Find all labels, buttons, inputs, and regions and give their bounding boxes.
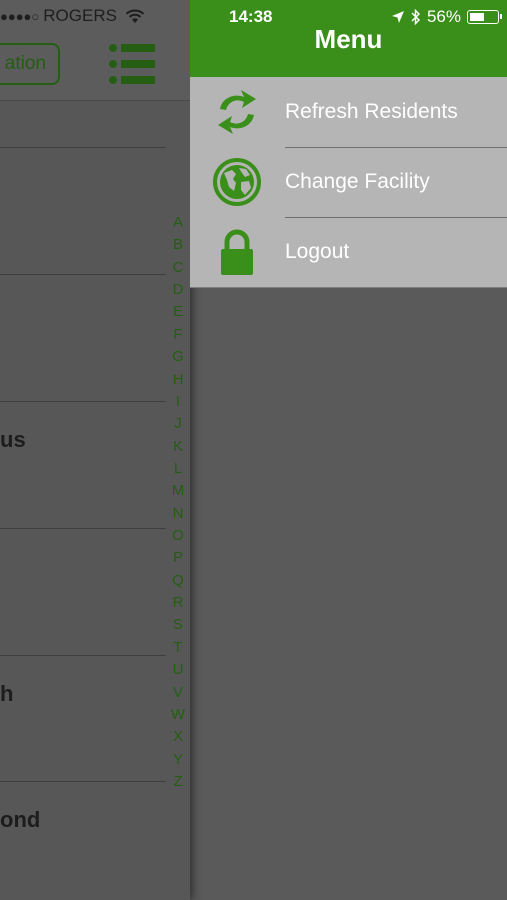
battery-icon [467, 10, 502, 24]
list-item[interactable]: h [0, 681, 13, 707]
signal-strength-icon: ●●●●○ [0, 8, 40, 24]
alphabet-index[interactable]: A B C D E F G H I J K L M N O P Q R S T … [166, 215, 190, 790]
index-letter-b[interactable]: B [173, 237, 183, 253]
list-row-divider [0, 781, 166, 782]
index-letter-v[interactable]: V [173, 684, 183, 701]
index-letter-u[interactable]: U [173, 662, 184, 678]
menu-item-label: Refresh Residents [285, 100, 458, 123]
list-item[interactable]: us [0, 427, 26, 453]
index-letter-x[interactable]: X [173, 729, 183, 745]
location-arrow-icon [391, 11, 404, 23]
index-letter-j[interactable]: J [174, 416, 182, 432]
lock-icon [221, 229, 253, 275]
menu-item-logout[interactable]: Logout [190, 217, 507, 287]
index-letter-a[interactable]: A [173, 215, 183, 231]
list-row-divider [0, 401, 166, 402]
menu-item-refresh-residents[interactable]: Refresh Residents [190, 77, 507, 147]
list-menu-icon[interactable] [107, 42, 157, 86]
index-letter-n[interactable]: N [173, 505, 184, 522]
list-row-divider [0, 655, 166, 656]
index-letter-m[interactable]: M [172, 483, 185, 499]
index-letter-k[interactable]: K [173, 438, 183, 455]
globe-icon [213, 158, 261, 206]
index-letter-i[interactable]: I [176, 393, 180, 410]
index-letter-q[interactable]: Q [172, 572, 184, 589]
list-row-divider [0, 147, 166, 148]
index-letter-d[interactable]: D [173, 282, 184, 298]
index-letter-r[interactable]: R [173, 595, 184, 611]
index-letter-l[interactable]: L [174, 460, 182, 477]
index-letter-t[interactable]: T [173, 639, 182, 656]
location-button-label: ation [4, 53, 46, 74]
list-row-divider [0, 528, 166, 529]
menu-header: 14:38 56% Menu [190, 0, 507, 77]
index-letter-c[interactable]: C [173, 259, 184, 276]
index-letter-f[interactable]: F [173, 326, 182, 343]
battery-fill [470, 13, 484, 21]
location-button[interactable]: ation [0, 43, 60, 85]
status-bar-left: ●●●●○ ROGERS [0, 6, 190, 26]
index-letter-h[interactable]: H [173, 371, 184, 388]
resident-list-panel[interactable]: ●●●●○ ROGERS ation us h ond A B C D E F … [0, 0, 190, 900]
menu-title: Menu [314, 24, 383, 54]
carrier-name: ROGERS [43, 6, 117, 25]
index-letter-g[interactable]: G [172, 349, 184, 365]
list-header: ●●●●○ ROGERS ation [0, 0, 190, 101]
menu-item-label: Logout [285, 240, 350, 263]
index-letter-o[interactable]: O [172, 528, 184, 544]
index-letter-e[interactable]: E [173, 304, 183, 320]
index-letter-p[interactable]: P [173, 550, 183, 566]
refresh-icon [218, 90, 256, 134]
menu-item-label: Change Facility [285, 170, 430, 193]
menu-item-change-facility[interactable]: Change Facility [190, 147, 507, 217]
side-menu: Refresh Residents Change Facility Logout [190, 77, 507, 288]
bluetooth-icon [411, 9, 421, 25]
index-letter-s[interactable]: S [173, 617, 183, 633]
index-letter-z[interactable]: Z [173, 773, 182, 790]
status-bar-right: 14:38 56% [190, 6, 507, 26]
index-letter-w[interactable]: W [171, 706, 185, 723]
index-letter-y[interactable]: Y [173, 751, 183, 768]
list-item[interactable]: ond [0, 807, 40, 833]
wifi-icon [125, 9, 145, 23]
list-row-divider [0, 274, 166, 275]
